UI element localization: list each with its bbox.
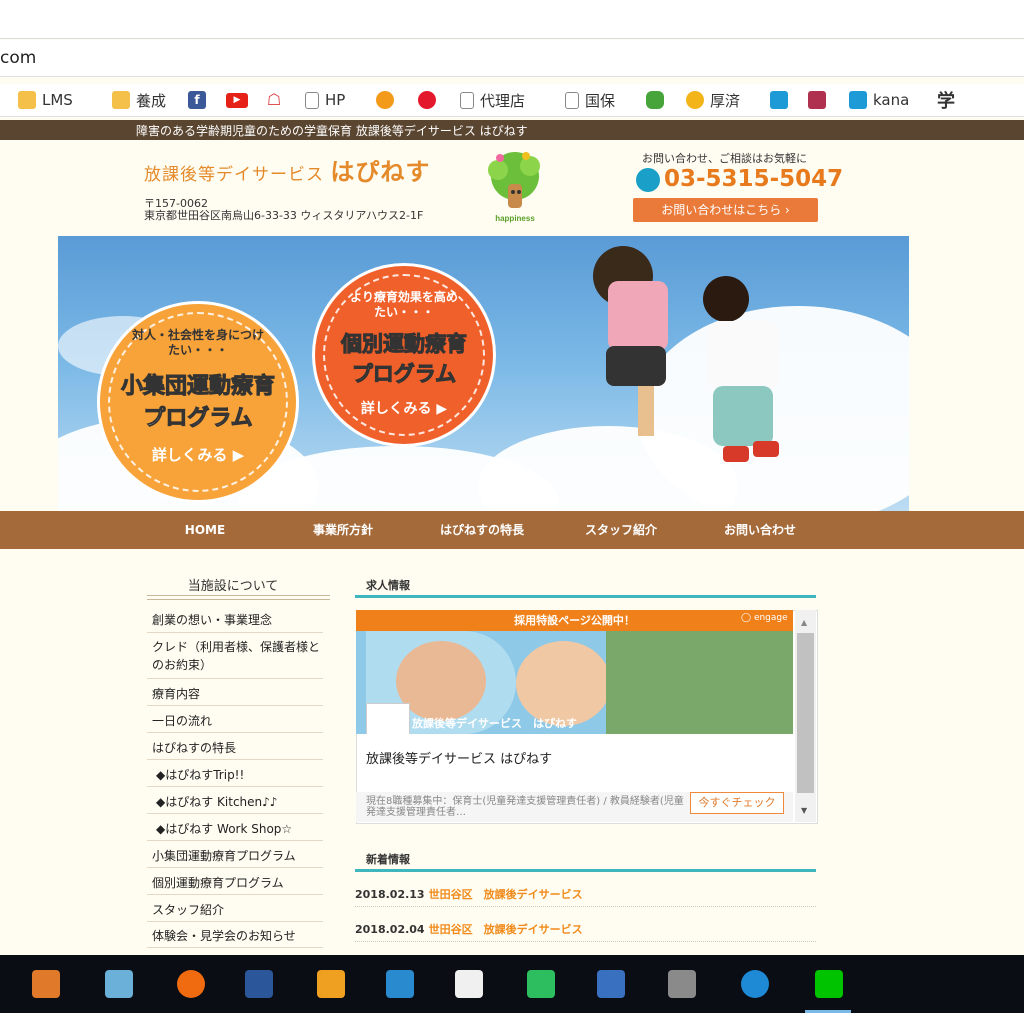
jobs-summary: 現在8職種募集中：保育士(児童発達支援管理責任者) / 教員経験者(児童発達支援… bbox=[366, 796, 684, 818]
phone-icon bbox=[636, 168, 660, 192]
bookmark-dairiten[interactable]: 代理店 bbox=[460, 84, 525, 116]
nav-policy[interactable]: 事業所方針 bbox=[274, 511, 412, 549]
bookmark-site[interactable] bbox=[770, 84, 788, 116]
bookmark-database[interactable] bbox=[646, 84, 664, 116]
bookmark-hp[interactable]: HP bbox=[305, 84, 345, 116]
url-text[interactable]: com bbox=[0, 48, 36, 68]
sidebar-item-events[interactable]: 体験会・見学会のお知らせ bbox=[152, 927, 296, 944]
scroll-down-icon[interactable]: ▼ bbox=[801, 806, 807, 815]
site-icon bbox=[849, 91, 867, 109]
jobs-office-name[interactable]: 放課後等デイサービス はぴねす bbox=[366, 748, 552, 767]
site-icon bbox=[808, 91, 826, 109]
main-nav: HOME 事業所方針 はぴねすの特長 スタッフ紹介 お問い合わせ bbox=[0, 511, 1024, 549]
site-icon bbox=[686, 91, 704, 109]
bookmark-lms[interactable]: LMS bbox=[18, 84, 73, 116]
news-heading-rule bbox=[355, 869, 816, 872]
contact-note: お問い合わせ、ご相談はお気軽に bbox=[642, 152, 807, 165]
internet-explorer-icon[interactable] bbox=[741, 970, 769, 998]
nav-contact[interactable]: お問い合わせ bbox=[691, 511, 829, 549]
jobs-banner[interactable]: 採用特設ページ公開中！ bbox=[356, 610, 793, 631]
youtube-icon: ▶ bbox=[226, 92, 248, 108]
scroll-up-icon[interactable]: ▲ bbox=[801, 618, 807, 627]
site-icon: ☖ bbox=[265, 90, 283, 109]
jobs-scroll-thumb[interactable] bbox=[797, 633, 814, 793]
bookmark-gaku[interactable]: 学 bbox=[937, 84, 955, 116]
check-now-button[interactable]: 今すぐチェック bbox=[690, 792, 784, 814]
bookmark-kokuho[interactable]: 国保 bbox=[565, 84, 615, 116]
site-icon bbox=[418, 91, 436, 109]
sidebar-item-staff[interactable]: スタッフ紹介 bbox=[152, 901, 224, 918]
page-icon bbox=[565, 91, 579, 109]
browser-tabstrip bbox=[0, 0, 1024, 39]
evernote-icon[interactable] bbox=[527, 970, 555, 998]
sidebar-item-features[interactable]: はぴねすの特長 bbox=[152, 739, 236, 756]
sidebar-item-individual[interactable]: 個別運動療育プログラム bbox=[152, 874, 284, 891]
bookmark-facebook[interactable]: f bbox=[188, 84, 206, 116]
page-icon bbox=[460, 91, 474, 109]
site-icon bbox=[376, 91, 394, 109]
individual-program-badge[interactable]: より療育効果を高めたい・・・ 個別運動療育 プログラム 詳しくみる ▶ bbox=[315, 266, 493, 444]
site-address: 〒157-0062 東京都世田谷区南烏山6-33-33 ウィスタリアハウス2-1F bbox=[144, 197, 424, 222]
jobs-heading-rule bbox=[355, 595, 816, 598]
sidebar-item-credo[interactable]: クレド（利用者様、保護者様とのお約束） bbox=[152, 638, 327, 674]
bookmark-yousei[interactable]: 養成 bbox=[112, 84, 166, 116]
news-item[interactable]: 2018.02.04 世田谷区 放課後デイサービス bbox=[355, 921, 583, 937]
address-bar[interactable] bbox=[0, 40, 1024, 77]
engage-logo: ◯ engage bbox=[741, 613, 788, 623]
nav-staff[interactable]: スタッフ紹介 bbox=[552, 511, 690, 549]
sidebar-item-daily-flow[interactable]: 一日の流れ bbox=[152, 712, 212, 729]
facebook-icon: f bbox=[188, 91, 206, 109]
app-icon[interactable] bbox=[597, 970, 625, 998]
bookmark-kousai[interactable]: 厚済 bbox=[686, 84, 740, 116]
news-item[interactable]: 2018.02.13 世田谷区 放課後デイサービス bbox=[355, 886, 583, 902]
jobs-photo[interactable]: 放課後等デイサービス はぴねす bbox=[356, 631, 793, 734]
sidebar-item-small-group[interactable]: 小集団運動療育プログラム bbox=[152, 847, 296, 864]
app-icon[interactable] bbox=[32, 970, 60, 998]
site-icon bbox=[770, 91, 788, 109]
sidebar-item-workshop[interactable]: ◆はぴねす Work Shop☆ bbox=[156, 820, 292, 837]
office-thumbnail bbox=[366, 703, 410, 734]
bookmark-site[interactable] bbox=[418, 84, 436, 116]
word-icon[interactable] bbox=[245, 970, 273, 998]
bookmark-site[interactable] bbox=[808, 84, 826, 116]
contact-button[interactable]: お問い合わせはこちら › bbox=[633, 198, 818, 222]
svg-text:happiness: happiness bbox=[495, 214, 535, 223]
nav-features[interactable]: はぴねすの特長 bbox=[413, 511, 551, 549]
bookmark-site[interactable] bbox=[376, 84, 394, 116]
sidebar-item-trip[interactable]: ◆はぴねすTrip!! bbox=[156, 766, 244, 783]
site-topbar: 障害のある学齢期児童のための学童保育 放課後等デイサービス はぴねす bbox=[0, 120, 1024, 140]
bookmark-site[interactable]: ☖ bbox=[265, 84, 283, 116]
sidebar-item-kitchen[interactable]: ◆はぴねす Kitchen♪♪ bbox=[156, 793, 277, 810]
line-icon[interactable] bbox=[815, 970, 843, 998]
app-icon[interactable] bbox=[386, 970, 414, 998]
nav-home[interactable]: HOME bbox=[136, 511, 274, 549]
folder-icon bbox=[18, 91, 36, 109]
folder-icon bbox=[112, 91, 130, 109]
phone-number[interactable]: 03-5315-5047 bbox=[664, 166, 843, 192]
site-title[interactable]: 放課後等デイサービス はぴねす bbox=[144, 152, 430, 187]
sidebar-heading: 当施設について bbox=[187, 579, 279, 594]
small-group-detail-link[interactable]: 詳しくみる ▶ bbox=[100, 444, 296, 465]
store-icon[interactable] bbox=[455, 970, 483, 998]
hero-banner: 対人・社会性を身につけたい・・・ 小集団運動療育 プログラム 詳しくみる ▶ よ… bbox=[58, 236, 909, 511]
small-group-program-badge[interactable]: 対人・社会性を身につけたい・・・ 小集団運動療育 プログラム 詳しくみる ▶ bbox=[100, 304, 296, 500]
database-icon bbox=[646, 91, 664, 109]
sidebar-item-therapy[interactable]: 療育内容 bbox=[152, 685, 200, 702]
sidebar-item-philosophy[interactable]: 創業の想い・事業理念 bbox=[152, 611, 272, 628]
app-icon[interactable] bbox=[668, 970, 696, 998]
photos-icon[interactable] bbox=[105, 970, 133, 998]
bookmarks-bar: LMS 養成 f ▶ ☖ HP 代理店 国保 厚済 kana 学 bbox=[0, 84, 1024, 117]
jobs-heading: 求人情報 bbox=[366, 579, 410, 592]
os-taskbar bbox=[0, 955, 1024, 1013]
news-heading: 新着情報 bbox=[366, 853, 410, 866]
bookmark-youtube[interactable]: ▶ bbox=[226, 84, 248, 116]
sidebar-heading-rule bbox=[147, 595, 330, 600]
printer-icon[interactable] bbox=[177, 970, 205, 998]
page-icon bbox=[305, 91, 319, 109]
bookmark-kana[interactable]: kana bbox=[849, 84, 909, 116]
app-icon[interactable] bbox=[317, 970, 345, 998]
individual-detail-link[interactable]: 詳しくみる ▶ bbox=[315, 398, 493, 418]
tree-logo-icon[interactable]: happiness bbox=[480, 148, 550, 224]
